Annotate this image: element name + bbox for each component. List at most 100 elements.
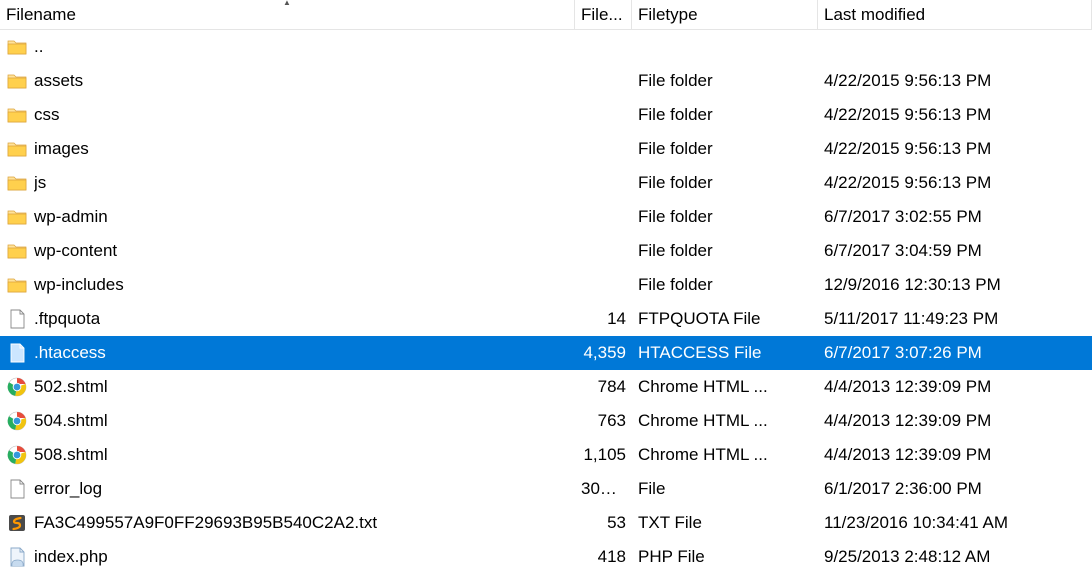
column-header-row: Filename ▲ File... Filetype Last modifie…: [0, 0, 1092, 30]
filename-label: 504.shtml: [34, 411, 108, 431]
filetype-cell: Chrome HTML ...: [632, 411, 818, 431]
file-row[interactable]: assets File folder4/22/2015 9:56:13 PM: [0, 64, 1092, 98]
filetype-cell: Chrome HTML ...: [632, 377, 818, 397]
folder-icon: [6, 274, 28, 296]
lastmodified-cell: 6/7/2017 3:07:26 PM: [818, 343, 1092, 363]
column-label: File...: [581, 5, 623, 25]
filename-label: FA3C499557A9F0FF29693B95B540C2A2.txt: [34, 513, 377, 533]
file-sel-icon: [6, 342, 28, 364]
file-row[interactable]: wp-includesFile folder12/9/2016 12:30:13…: [0, 268, 1092, 302]
filename-cell: error_log: [0, 478, 575, 500]
file-row[interactable]: FA3C499557A9F0FF29693B95B540C2A2.txt 53TX…: [0, 506, 1092, 540]
filename-cell: index.php: [0, 546, 575, 568]
filename-label: 508.shtml: [34, 445, 108, 465]
folder-icon: [6, 104, 28, 126]
filesize-cell: 784: [575, 377, 632, 397]
file-row[interactable]: .htaccess 4,359HTACCESS File6/7/2017 3:07…: [0, 336, 1092, 370]
column-header-filesize[interactable]: File...: [575, 0, 632, 29]
file-row[interactable]: error_log304,...File6/1/2017 2:36:00 PM: [0, 472, 1092, 506]
folder-icon: [6, 240, 28, 262]
filename-label: .htaccess: [34, 343, 106, 363]
filetype-cell: HTACCESS File: [632, 343, 818, 363]
column-header-lastmodified[interactable]: Last modified: [818, 0, 1092, 29]
lastmodified-cell: 6/7/2017 3:02:55 PM: [818, 207, 1092, 227]
chrome-icon: [6, 410, 28, 432]
filetype-cell: File folder: [632, 207, 818, 227]
folder-icon: [6, 172, 28, 194]
chrome-icon: [6, 444, 28, 466]
column-header-filename[interactable]: Filename ▲: [0, 0, 575, 29]
filename-cell: wp-admin: [0, 206, 575, 228]
file-row[interactable]: wp-content File folder6/7/2017 3:04:59 PM: [0, 234, 1092, 268]
filename-cell: 504.shtml: [0, 410, 575, 432]
sort-arrow-up-icon: ▲: [283, 0, 291, 7]
lastmodified-cell: 5/11/2017 11:49:23 PM: [818, 309, 1092, 329]
lastmodified-cell: 4/4/2013 12:39:09 PM: [818, 411, 1092, 431]
file-row[interactable]: 504.shtml 763Chrome HTML ...4/4/2013 12:3…: [0, 404, 1092, 438]
filename-cell: .htaccess: [0, 342, 575, 364]
filetype-cell: File folder: [632, 241, 818, 261]
filename-label: .ftpquota: [34, 309, 100, 329]
filetype-cell: File folder: [632, 139, 818, 159]
filesize-cell: 4,359: [575, 343, 632, 363]
filename-label: js: [34, 173, 46, 193]
filename-cell: FA3C499557A9F0FF29693B95B540C2A2.txt: [0, 512, 575, 534]
sublime-icon: [6, 512, 28, 534]
file-row[interactable]: images File folder4/22/2015 9:56:13 PM: [0, 132, 1092, 166]
filetype-cell: PHP File: [632, 547, 818, 567]
file-row[interactable]: 508.shtml 1,105Chrome HTML ...4/4/2013 12…: [0, 438, 1092, 472]
file-row[interactable]: 502.shtml 784Chrome HTML ...4/4/2013 12:3…: [0, 370, 1092, 404]
lastmodified-cell: 6/7/2017 3:04:59 PM: [818, 241, 1092, 261]
filename-cell: 502.shtml: [0, 376, 575, 398]
filetype-cell: File: [632, 479, 818, 499]
filesize-cell: 14: [575, 309, 632, 329]
filename-cell: js: [0, 172, 575, 194]
file-icon: [6, 308, 28, 330]
filetype-cell: Chrome HTML ...: [632, 445, 818, 465]
filename-label: assets: [34, 71, 83, 91]
file-row[interactable]: .ftpquota14FTPQUOTA File5/11/2017 11:49:…: [0, 302, 1092, 336]
filename-label: images: [34, 139, 89, 159]
filesize-cell: 1,105: [575, 445, 632, 465]
filename-label: 502.shtml: [34, 377, 108, 397]
folder-icon: [6, 138, 28, 160]
lastmodified-cell: 4/4/2013 12:39:09 PM: [818, 445, 1092, 465]
filetype-cell: File folder: [632, 275, 818, 295]
file-icon: [6, 478, 28, 500]
filesize-cell: 418: [575, 547, 632, 567]
folder-icon: [6, 70, 28, 92]
filename-cell: css: [0, 104, 575, 126]
filetype-cell: File folder: [632, 71, 818, 91]
filesize-cell: 763: [575, 411, 632, 431]
filename-label: wp-content: [34, 241, 117, 261]
lastmodified-cell: 4/4/2013 12:39:09 PM: [818, 377, 1092, 397]
file-list: ..assetsFile folder4/22/2015 9:56:13 PMc…: [0, 30, 1092, 574]
filename-cell: .ftpquota: [0, 308, 575, 330]
php-icon: [6, 546, 28, 568]
filename-cell: ..: [0, 36, 575, 58]
lastmodified-cell: 11/23/2016 10:34:41 AM: [818, 513, 1092, 533]
filetype-cell: TXT File: [632, 513, 818, 533]
column-label: Last modified: [824, 5, 925, 25]
chrome-icon: [6, 376, 28, 398]
lastmodified-cell: 4/22/2015 9:56:13 PM: [818, 139, 1092, 159]
folder-icon: [6, 206, 28, 228]
column-label: Filename: [6, 5, 76, 25]
lastmodified-cell: 6/1/2017 2:36:00 PM: [818, 479, 1092, 499]
filename-label: wp-admin: [34, 207, 108, 227]
file-row[interactable]: index.php418PHP File9/25/2013 2:48:12 AM: [0, 540, 1092, 574]
file-row[interactable]: wp-admin File folder6/7/2017 3:02:55 PM: [0, 200, 1092, 234]
lastmodified-cell: 4/22/2015 9:56:13 PM: [818, 71, 1092, 91]
filename-cell: 508.shtml: [0, 444, 575, 466]
file-row[interactable]: cssFile folder4/22/2015 9:56:13 PM: [0, 98, 1092, 132]
column-label: Filetype: [638, 5, 698, 25]
file-row[interactable]: jsFile folder4/22/2015 9:56:13 PM: [0, 166, 1092, 200]
filesize-cell: 53: [575, 513, 632, 533]
folder-icon: [6, 36, 28, 58]
filename-cell: wp-content: [0, 240, 575, 262]
filesize-cell: 304,...: [575, 479, 632, 499]
filename-label: wp-includes: [34, 275, 124, 295]
file-row[interactable]: ..: [0, 30, 1092, 64]
column-header-filetype[interactable]: Filetype: [632, 0, 818, 29]
filetype-cell: File folder: [632, 105, 818, 125]
